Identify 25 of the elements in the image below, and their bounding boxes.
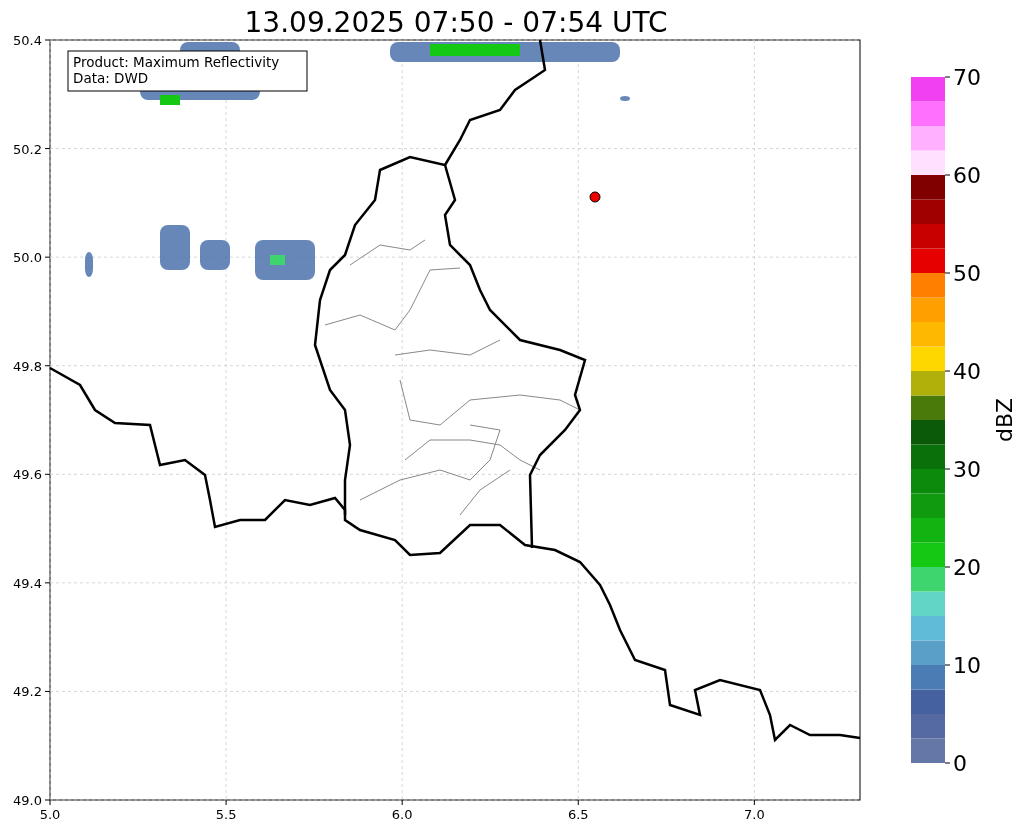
colorbar-tick-label: 70	[953, 65, 981, 90]
colorbar-tick-label: 10	[953, 653, 981, 678]
colorbar-tick-label: 30	[953, 457, 981, 482]
y-tick-label: 49.8	[13, 358, 42, 374]
x-tick-label: 5.5	[215, 807, 237, 822]
colorbar-tick-label: 40	[953, 359, 981, 384]
y-tick-label: 49.2	[13, 684, 42, 700]
colorbar-tick-label: 50	[953, 261, 981, 286]
x-tick-label: 5.0	[39, 807, 61, 822]
y-tick-label: 49.0	[13, 793, 42, 808]
legend-text: Product: Maximum Reflectivity	[73, 54, 280, 70]
x-tick-label: 6.0	[391, 807, 413, 822]
y-tick-label: 50.0	[13, 250, 42, 266]
colorbar-tick-label: 60	[953, 163, 981, 188]
y-tick-label: 49.6	[13, 467, 42, 483]
colorbar-tick-label: 0	[953, 751, 967, 776]
y-tick-label: 50.4	[13, 33, 42, 48]
x-tick-label: 7.0	[744, 807, 765, 822]
colorbar-label: dBZ	[992, 397, 1017, 443]
y-tick-label: 49.4	[13, 575, 42, 591]
y-tick-label: 50.2	[13, 141, 42, 157]
x-tick-label: 6.5	[567, 807, 589, 822]
colorbar-tick-label: 20	[953, 555, 981, 580]
legend-text: Data: DWD	[73, 70, 149, 86]
chart-title: 13.09.2025 07:50 - 07:54 UTC	[244, 6, 668, 39]
